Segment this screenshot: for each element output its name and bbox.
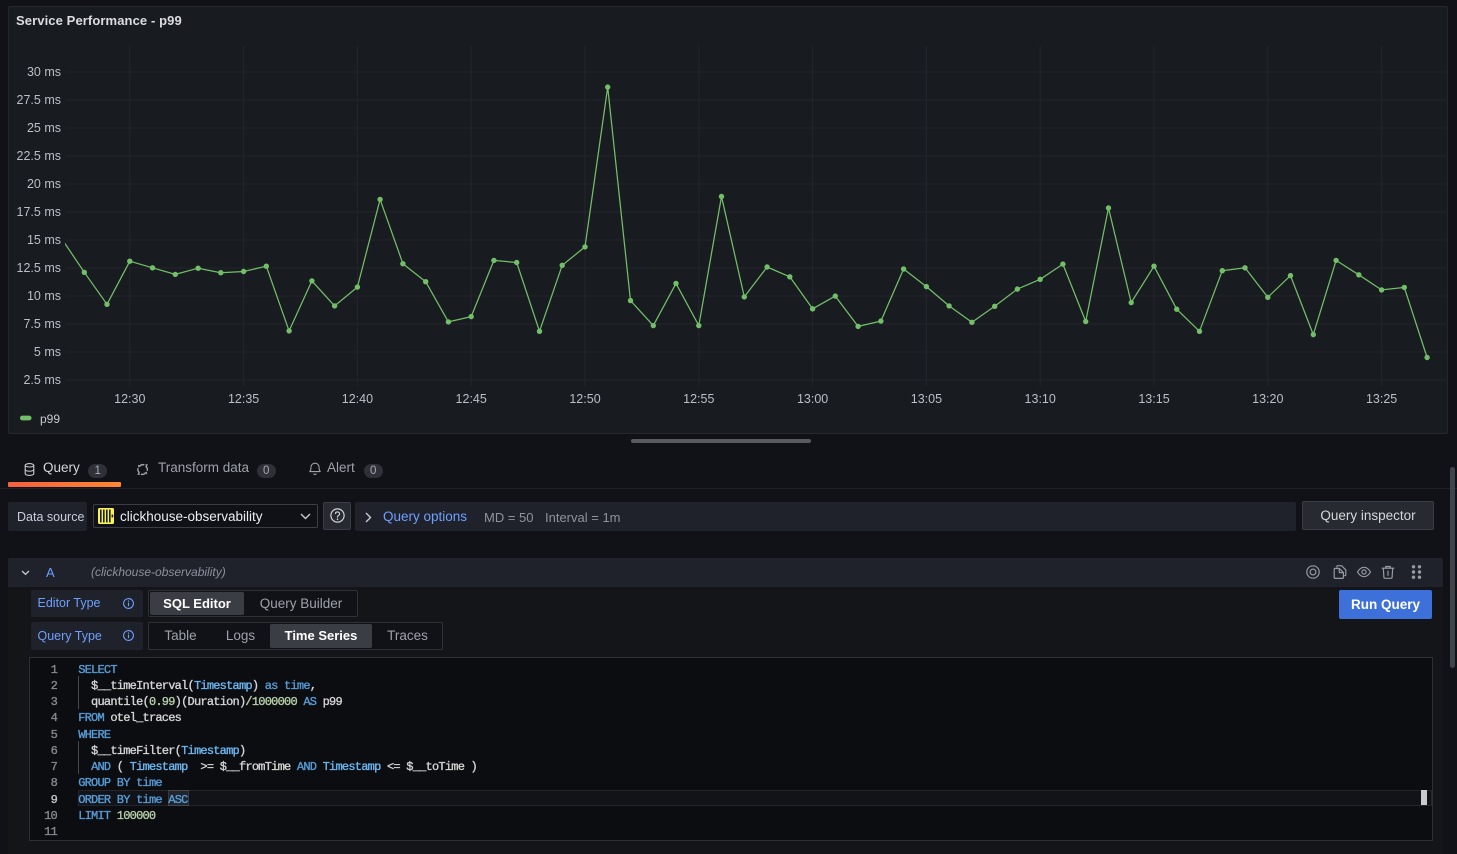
- svg-text:15 ms: 15 ms: [27, 233, 61, 247]
- svg-text:12:55: 12:55: [683, 392, 714, 406]
- svg-text:13:15: 13:15: [1138, 392, 1169, 406]
- svg-text:12:45: 12:45: [456, 392, 487, 406]
- svg-text:12:35: 12:35: [228, 392, 259, 406]
- svg-text:12:50: 12:50: [569, 392, 600, 406]
- svg-text:22.5 ms: 22.5 ms: [17, 149, 61, 163]
- svg-text:5 ms: 5 ms: [34, 345, 61, 359]
- svg-text:12:30: 12:30: [114, 392, 145, 406]
- svg-text:13:05: 13:05: [911, 392, 942, 406]
- svg-text:12:40: 12:40: [342, 392, 373, 406]
- svg-text:25 ms: 25 ms: [27, 121, 61, 135]
- svg-text:12.5 ms: 12.5 ms: [17, 261, 61, 275]
- svg-text:2.5 ms: 2.5 ms: [23, 373, 61, 387]
- svg-text:17.5 ms: 17.5 ms: [17, 205, 61, 219]
- svg-text:13:25: 13:25: [1366, 392, 1397, 406]
- svg-text:13:20: 13:20: [1252, 392, 1283, 406]
- svg-text:30 ms: 30 ms: [27, 65, 61, 79]
- svg-text:13:00: 13:00: [797, 392, 828, 406]
- svg-text:13:10: 13:10: [1025, 392, 1056, 406]
- svg-text:27.5 ms: 27.5 ms: [17, 93, 61, 107]
- svg-text:10 ms: 10 ms: [27, 289, 61, 303]
- svg-text:20 ms: 20 ms: [27, 177, 61, 191]
- svg-text:7.5 ms: 7.5 ms: [23, 317, 61, 331]
- svg-text:p99: p99: [40, 412, 60, 426]
